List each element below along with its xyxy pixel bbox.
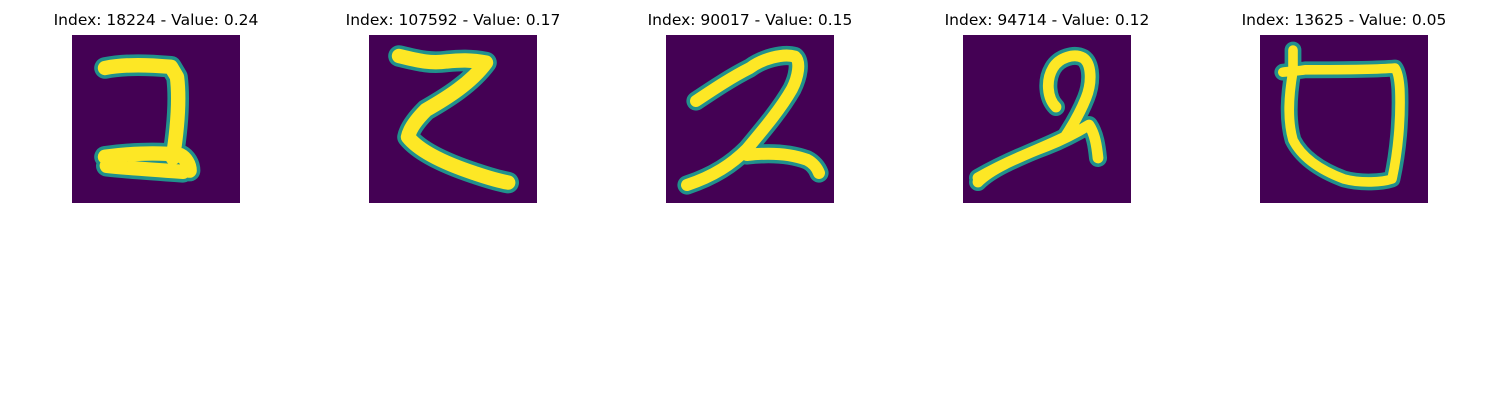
panel-title: Index: 13625 - Value: 0.05 xyxy=(1241,11,1447,29)
image-panel-4: Index: 94714 - Value: 0.12 xyxy=(907,0,1187,210)
image-panel-1: Index: 18224 - Value: 0.24 xyxy=(16,0,296,210)
digit-image xyxy=(666,35,834,203)
digit-image xyxy=(1260,35,1428,203)
panel-title: Index: 94714 - Value: 0.12 xyxy=(944,11,1150,29)
image-panel-2: Index: 107592 - Value: 0.17 xyxy=(313,0,593,210)
digit-image xyxy=(369,35,537,203)
image-panel-3: Index: 90017 - Value: 0.15 xyxy=(610,0,890,210)
digit-image xyxy=(72,35,240,203)
panel-title: Index: 90017 - Value: 0.15 xyxy=(647,11,853,29)
digit-image xyxy=(963,35,1131,203)
panel-title: Index: 107592 - Value: 0.17 xyxy=(345,11,561,29)
panel-title: Index: 18224 - Value: 0.24 xyxy=(53,11,259,29)
image-panel-5: Index: 13625 - Value: 0.05 xyxy=(1204,0,1484,210)
